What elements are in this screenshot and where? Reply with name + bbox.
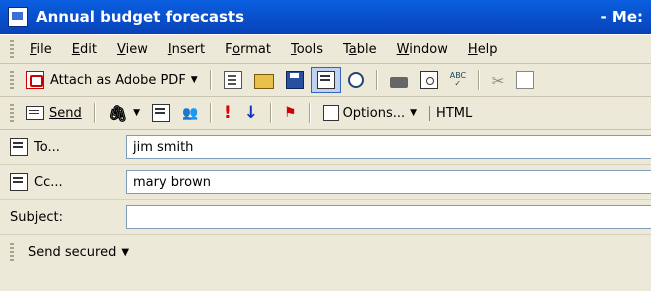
title-bar: Annual budget forecasts - Me:	[0, 0, 651, 34]
subject-field[interactable]	[126, 205, 651, 229]
chevron-down-icon[interactable]: ▼	[410, 108, 417, 118]
toolbar-separator	[93, 103, 96, 123]
save-icon	[285, 71, 304, 89]
to-button[interactable]: To...	[0, 138, 126, 156]
paperclip-icon: 🖇	[107, 103, 129, 123]
cc-field[interactable]: mary brown	[126, 170, 651, 194]
subject-row: Subject:	[0, 200, 651, 235]
save-button[interactable]	[281, 68, 309, 92]
address-book-button[interactable]	[310, 67, 341, 93]
address-book-icon	[10, 138, 28, 156]
research-button[interactable]	[343, 68, 369, 92]
arrow-down-icon: ↓	[243, 103, 258, 123]
check-names-icon: 👥	[181, 106, 199, 121]
menu-table[interactable]: Table	[333, 42, 387, 57]
toolbar-separator	[270, 103, 272, 123]
to-row: To... jim smith	[0, 130, 651, 165]
menu-file[interactable]: File	[20, 42, 62, 57]
toolbar-separator	[209, 70, 212, 90]
options-label: Options...	[342, 105, 406, 121]
to-label: To...	[34, 139, 60, 155]
toolbar-grip[interactable]	[10, 243, 14, 261]
cc-row: Cc... mary brown	[0, 165, 651, 200]
print-icon	[389, 76, 408, 88]
toolbar-separator	[308, 103, 311, 123]
menu-edit[interactable]: Edit	[62, 42, 107, 57]
options-button[interactable]: Options... ▼	[318, 101, 422, 125]
cc-button[interactable]: Cc...	[0, 173, 126, 191]
send-secured-label: Send secured	[28, 244, 117, 260]
chevron-down-icon[interactable]: ▼	[191, 75, 198, 85]
print-preview-icon	[419, 71, 438, 89]
toolbar-grip[interactable]	[10, 104, 14, 122]
menu-format[interactable]: Format	[215, 42, 281, 57]
check-names-button[interactable]: 👥	[177, 101, 203, 125]
chevron-down-icon[interactable]: ▼	[133, 108, 140, 118]
toolbar-separator	[209, 103, 212, 123]
print-preview-button[interactable]	[415, 68, 443, 92]
toolbar-separator	[477, 70, 480, 90]
open-button[interactable]	[249, 68, 279, 92]
research-icon	[347, 72, 364, 88]
toolbar-separator	[375, 70, 378, 90]
attach-as-pdf-label: Attach as Adobe PDF	[50, 72, 186, 88]
menu-bar: File Edit View Insert Format Tools Table…	[0, 34, 651, 64]
menu-tools[interactable]: Tools	[281, 42, 333, 57]
subject-label: Subject:	[10, 209, 63, 225]
follow-up-flag-button[interactable]: ⚑	[279, 101, 302, 125]
address-book-icon	[10, 173, 28, 191]
copy-icon	[516, 71, 535, 89]
send-secured-button[interactable]: Send secured ▼	[23, 240, 134, 264]
exclamation-icon: !	[223, 103, 232, 123]
standard-toolbar: Attach as Adobe PDF ▼ ABC ✓ ✂	[0, 64, 651, 97]
spelling-button[interactable]: ABC ✓	[445, 68, 471, 92]
open-folder-icon	[253, 73, 274, 89]
attach-as-pdf-button[interactable]: Attach as Adobe PDF ▼	[21, 68, 203, 92]
menu-view[interactable]: View	[107, 42, 158, 57]
to-field[interactable]: jim smith	[126, 135, 651, 159]
send-button[interactable]: Send	[21, 101, 87, 125]
menu-window[interactable]: Window	[387, 42, 458, 57]
print-button[interactable]	[385, 68, 413, 92]
chevron-down-icon[interactable]: ▼	[121, 247, 129, 258]
message-format-select[interactable]: HTML	[429, 105, 546, 121]
menu-help[interactable]: Help	[458, 42, 508, 57]
options-icon	[322, 105, 339, 121]
flag-icon: ⚑	[284, 105, 297, 121]
email-toolbar: Send 🖇 ▼ 👥 ! ↓ ⚑ Options... ▼ HTML	[0, 97, 651, 130]
cut-icon: ✂	[491, 72, 505, 90]
cut-button[interactable]: ✂	[487, 68, 510, 92]
importance-low-button[interactable]: ↓	[239, 101, 263, 125]
menu-insert[interactable]: Insert	[158, 42, 215, 57]
properties-icon	[223, 71, 242, 89]
properties-button[interactable]	[219, 68, 247, 92]
attach-file-button[interactable]: 🖇 ▼	[103, 101, 145, 125]
window-title-suffix: - Me:	[600, 8, 643, 26]
send-label: Send	[49, 105, 82, 121]
copy-button[interactable]	[511, 68, 539, 92]
address-book-button-2[interactable]	[147, 101, 175, 125]
menu-bar-grip[interactable]	[10, 40, 14, 58]
toolbar-grip[interactable]	[10, 71, 14, 89]
send-icon	[26, 106, 44, 120]
window-title: Annual budget forecasts	[36, 8, 245, 26]
spelling-icon: ABC ✓	[449, 71, 467, 88]
send-secured-bar: Send secured ▼	[0, 235, 651, 269]
address-book-icon	[316, 71, 335, 89]
app-icon[interactable]	[8, 7, 28, 27]
address-book-icon	[151, 104, 170, 122]
cc-label: Cc...	[34, 174, 63, 190]
pdf-icon	[26, 71, 44, 89]
importance-high-button[interactable]: !	[219, 101, 237, 125]
